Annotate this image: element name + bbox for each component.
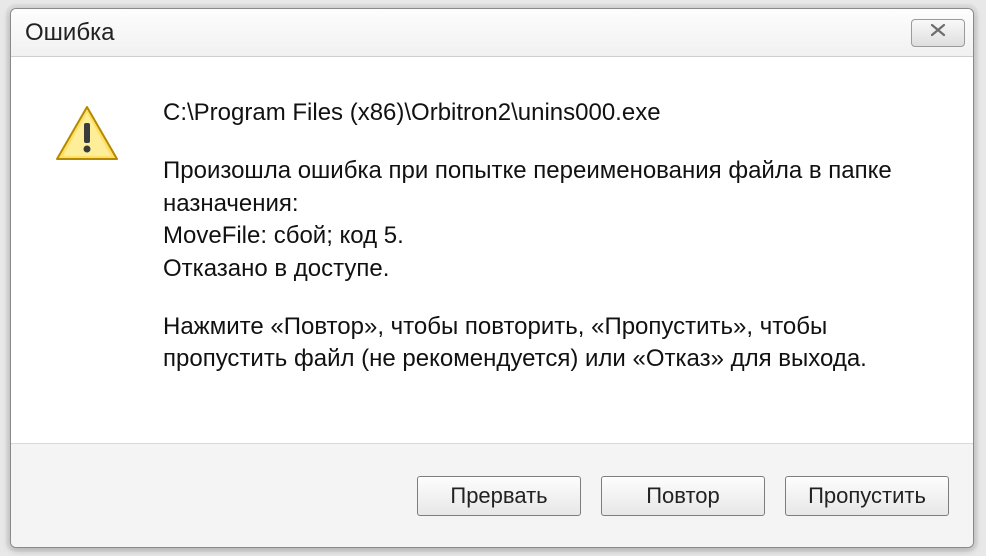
close-button[interactable] xyxy=(911,19,965,47)
skip-button[interactable]: Пропустить xyxy=(785,476,949,516)
close-icon xyxy=(930,23,946,42)
dialog-content: C:\Program Files (x86)\Orbitron2\unins00… xyxy=(11,57,973,445)
button-row: Прервать Повтор Пропустить xyxy=(11,443,973,547)
warning-icon xyxy=(55,105,119,445)
message-body: Произошла ошибка при попытке переименова… xyxy=(163,155,933,285)
message-hint: Нажмите «Повтор», чтобы повторить, «Проп… xyxy=(163,311,933,376)
titlebar: Ошибка xyxy=(11,9,973,57)
error-dialog: Ошибка C:\Program Files (x86)\Orbitron2\… xyxy=(10,8,974,548)
message-area: C:\Program Files (x86)\Orbitron2\unins00… xyxy=(163,97,933,445)
abort-button[interactable]: Прервать xyxy=(417,476,581,516)
retry-button[interactable]: Повтор xyxy=(601,476,765,516)
message-file-path: C:\Program Files (x86)\Orbitron2\unins00… xyxy=(163,97,933,129)
dialog-title: Ошибка xyxy=(25,19,114,47)
